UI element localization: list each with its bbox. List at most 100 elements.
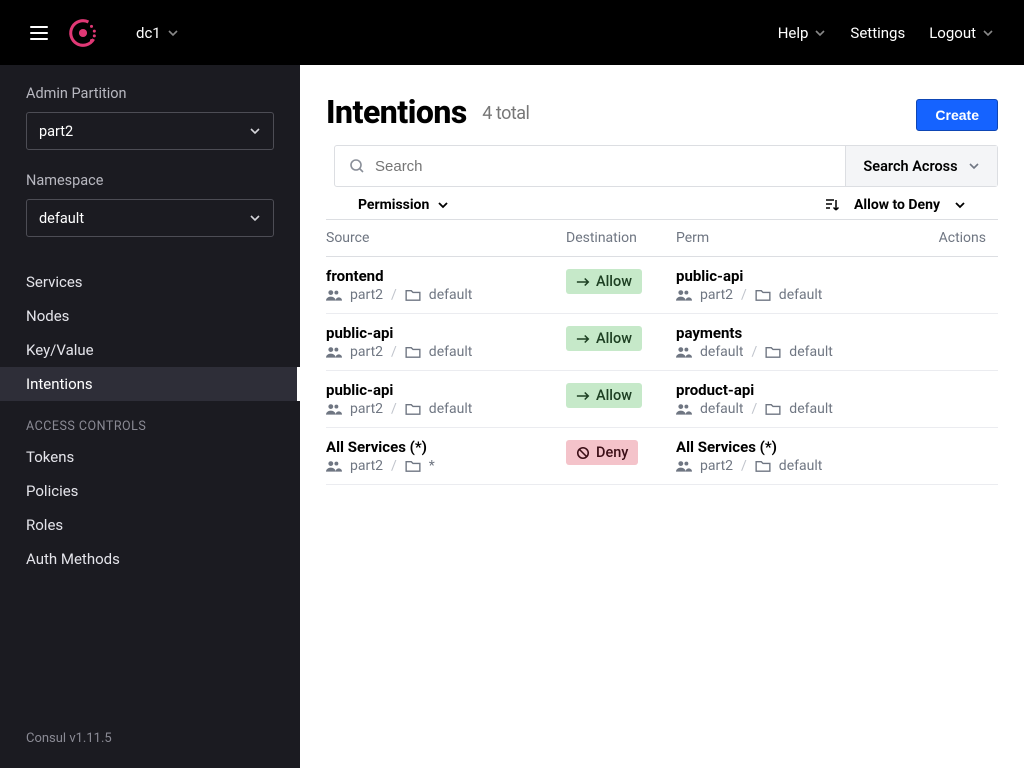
table-row[interactable]: frontendpart2/defaultAllowpublic-apipart… xyxy=(326,257,998,314)
folder-icon xyxy=(405,460,421,472)
chevron-down-icon xyxy=(982,27,994,39)
column-actions: Actions xyxy=(876,220,998,257)
chevron-down-icon xyxy=(968,160,980,172)
folder-icon xyxy=(755,289,771,301)
source-name: All Services (*) xyxy=(326,438,566,456)
destination-name: payments xyxy=(676,324,876,342)
destination-namespace: default xyxy=(789,344,833,360)
separator: / xyxy=(752,344,758,360)
table-row[interactable]: public-apipart2/defaultAllowproduct-apid… xyxy=(326,371,998,428)
sidebar: Admin Partition part2 Namespace default … xyxy=(0,65,300,768)
users-icon xyxy=(326,403,342,415)
destination-partition: default xyxy=(700,344,744,360)
sidebar-item-auth-methods[interactable]: Auth Methods xyxy=(0,542,300,576)
namespace-value: default xyxy=(39,210,84,227)
folder-icon xyxy=(405,289,421,301)
settings-label: Settings xyxy=(850,24,905,42)
search-input[interactable] xyxy=(375,158,831,175)
separator: / xyxy=(752,401,758,417)
source-namespace: default xyxy=(429,401,473,417)
deny-icon xyxy=(576,446,590,460)
sidebar-item-nodes[interactable]: Nodes xyxy=(0,299,300,333)
version-text: Consul v1.11.5 xyxy=(0,709,300,768)
folder-icon xyxy=(765,403,781,415)
permission-text: Allow xyxy=(596,330,632,347)
users-icon xyxy=(676,460,692,472)
users-icon xyxy=(676,289,692,301)
help-menu[interactable]: Help xyxy=(778,24,827,42)
table-row[interactable]: public-api part2 / default Allow payments defa… xyxy=(326,314,998,371)
chevron-down-icon xyxy=(167,27,179,39)
consul-logo-icon xyxy=(66,16,100,50)
destination-namespace: default xyxy=(789,401,833,417)
users-icon xyxy=(676,403,692,415)
users-icon xyxy=(326,346,342,358)
namespace-label: Namespace xyxy=(26,172,274,189)
users-icon xyxy=(326,289,342,301)
sidebar-item-intentions[interactable]: Intentions xyxy=(0,367,300,401)
chevron-down-icon xyxy=(437,199,449,211)
menu-icon[interactable] xyxy=(30,26,48,40)
destination-partition: part2 xyxy=(700,287,733,303)
logout-label: Logout xyxy=(929,24,976,42)
permission-text: Deny xyxy=(596,444,628,461)
sidebar-item-policies[interactable]: Policies xyxy=(0,474,300,508)
access-controls-heading: ACCESS CONTROLS xyxy=(0,401,300,440)
namespace-select[interactable]: default xyxy=(26,199,274,237)
chevron-down-icon xyxy=(249,125,261,137)
permission-badge: Allow xyxy=(566,326,642,351)
sort-icon xyxy=(824,197,840,213)
search-across-label: Search Across xyxy=(863,158,957,175)
column-permission: Perm xyxy=(676,220,876,257)
destination-name: public-api xyxy=(676,267,876,285)
source-namespace: default xyxy=(429,287,473,303)
permission-text: Allow xyxy=(596,273,632,290)
settings-link[interactable]: Settings xyxy=(850,24,905,42)
admin-partition-value: part2 xyxy=(39,123,73,140)
sidebar-item-services[interactable]: Services xyxy=(0,265,300,299)
table-row[interactable]: All Services (*)part2/*DenyAll Services … xyxy=(326,428,998,485)
datacenter-selector[interactable]: dc1 xyxy=(136,24,179,42)
destination-namespace: default xyxy=(779,287,823,303)
permission-text: Allow xyxy=(596,387,632,404)
users-icon xyxy=(676,346,692,358)
sidebar-item-tokens[interactable]: Tokens xyxy=(0,440,300,474)
source-partition: part2 xyxy=(350,401,383,417)
admin-partition-select[interactable]: part2 xyxy=(26,112,274,150)
arrow-right-icon xyxy=(576,276,590,288)
logout-menu[interactable]: Logout xyxy=(929,24,994,42)
column-source: Source xyxy=(326,220,566,257)
search-box xyxy=(335,146,845,186)
page-title: Intentions 4 total xyxy=(326,93,529,131)
separator: / xyxy=(741,287,747,303)
source-name: frontend xyxy=(326,267,566,285)
source-name: public-api xyxy=(326,324,566,342)
source-namespace: default xyxy=(429,344,473,360)
page-title-text: Intentions xyxy=(326,93,467,131)
main-content: Intentions 4 total Create Search Across … xyxy=(300,65,1024,768)
datacenter-name: dc1 xyxy=(136,24,161,42)
help-label: Help xyxy=(778,24,809,42)
search-across-dropdown[interactable]: Search Across xyxy=(845,146,997,186)
permission-badge: Allow xyxy=(566,383,642,408)
permission-filter[interactable]: Permission xyxy=(334,197,449,213)
page-title-count: 4 total xyxy=(482,103,529,124)
sidebar-item-kv[interactable]: Key/Value xyxy=(0,333,300,367)
column-destination: Destination xyxy=(566,220,676,257)
permission-filter-label: Permission xyxy=(358,197,429,213)
users-icon xyxy=(326,460,342,472)
destination-name: All Services (*) xyxy=(676,438,876,456)
sort-label: Allow to Deny xyxy=(854,197,940,213)
source-partition: part2 xyxy=(350,344,383,360)
destination-partition: part2 xyxy=(700,458,733,474)
arrow-right-icon xyxy=(576,390,590,402)
create-button[interactable]: Create xyxy=(916,99,998,131)
separator: / xyxy=(391,287,397,303)
sidebar-item-roles[interactable]: Roles xyxy=(0,508,300,542)
sort-dropdown[interactable]: Allow to Deny xyxy=(824,197,990,213)
folder-icon xyxy=(405,346,421,358)
chevron-down-icon xyxy=(954,199,966,211)
admin-partition-label: Admin Partition xyxy=(26,85,274,102)
folder-icon xyxy=(765,346,781,358)
permission-badge: Deny xyxy=(566,440,638,465)
